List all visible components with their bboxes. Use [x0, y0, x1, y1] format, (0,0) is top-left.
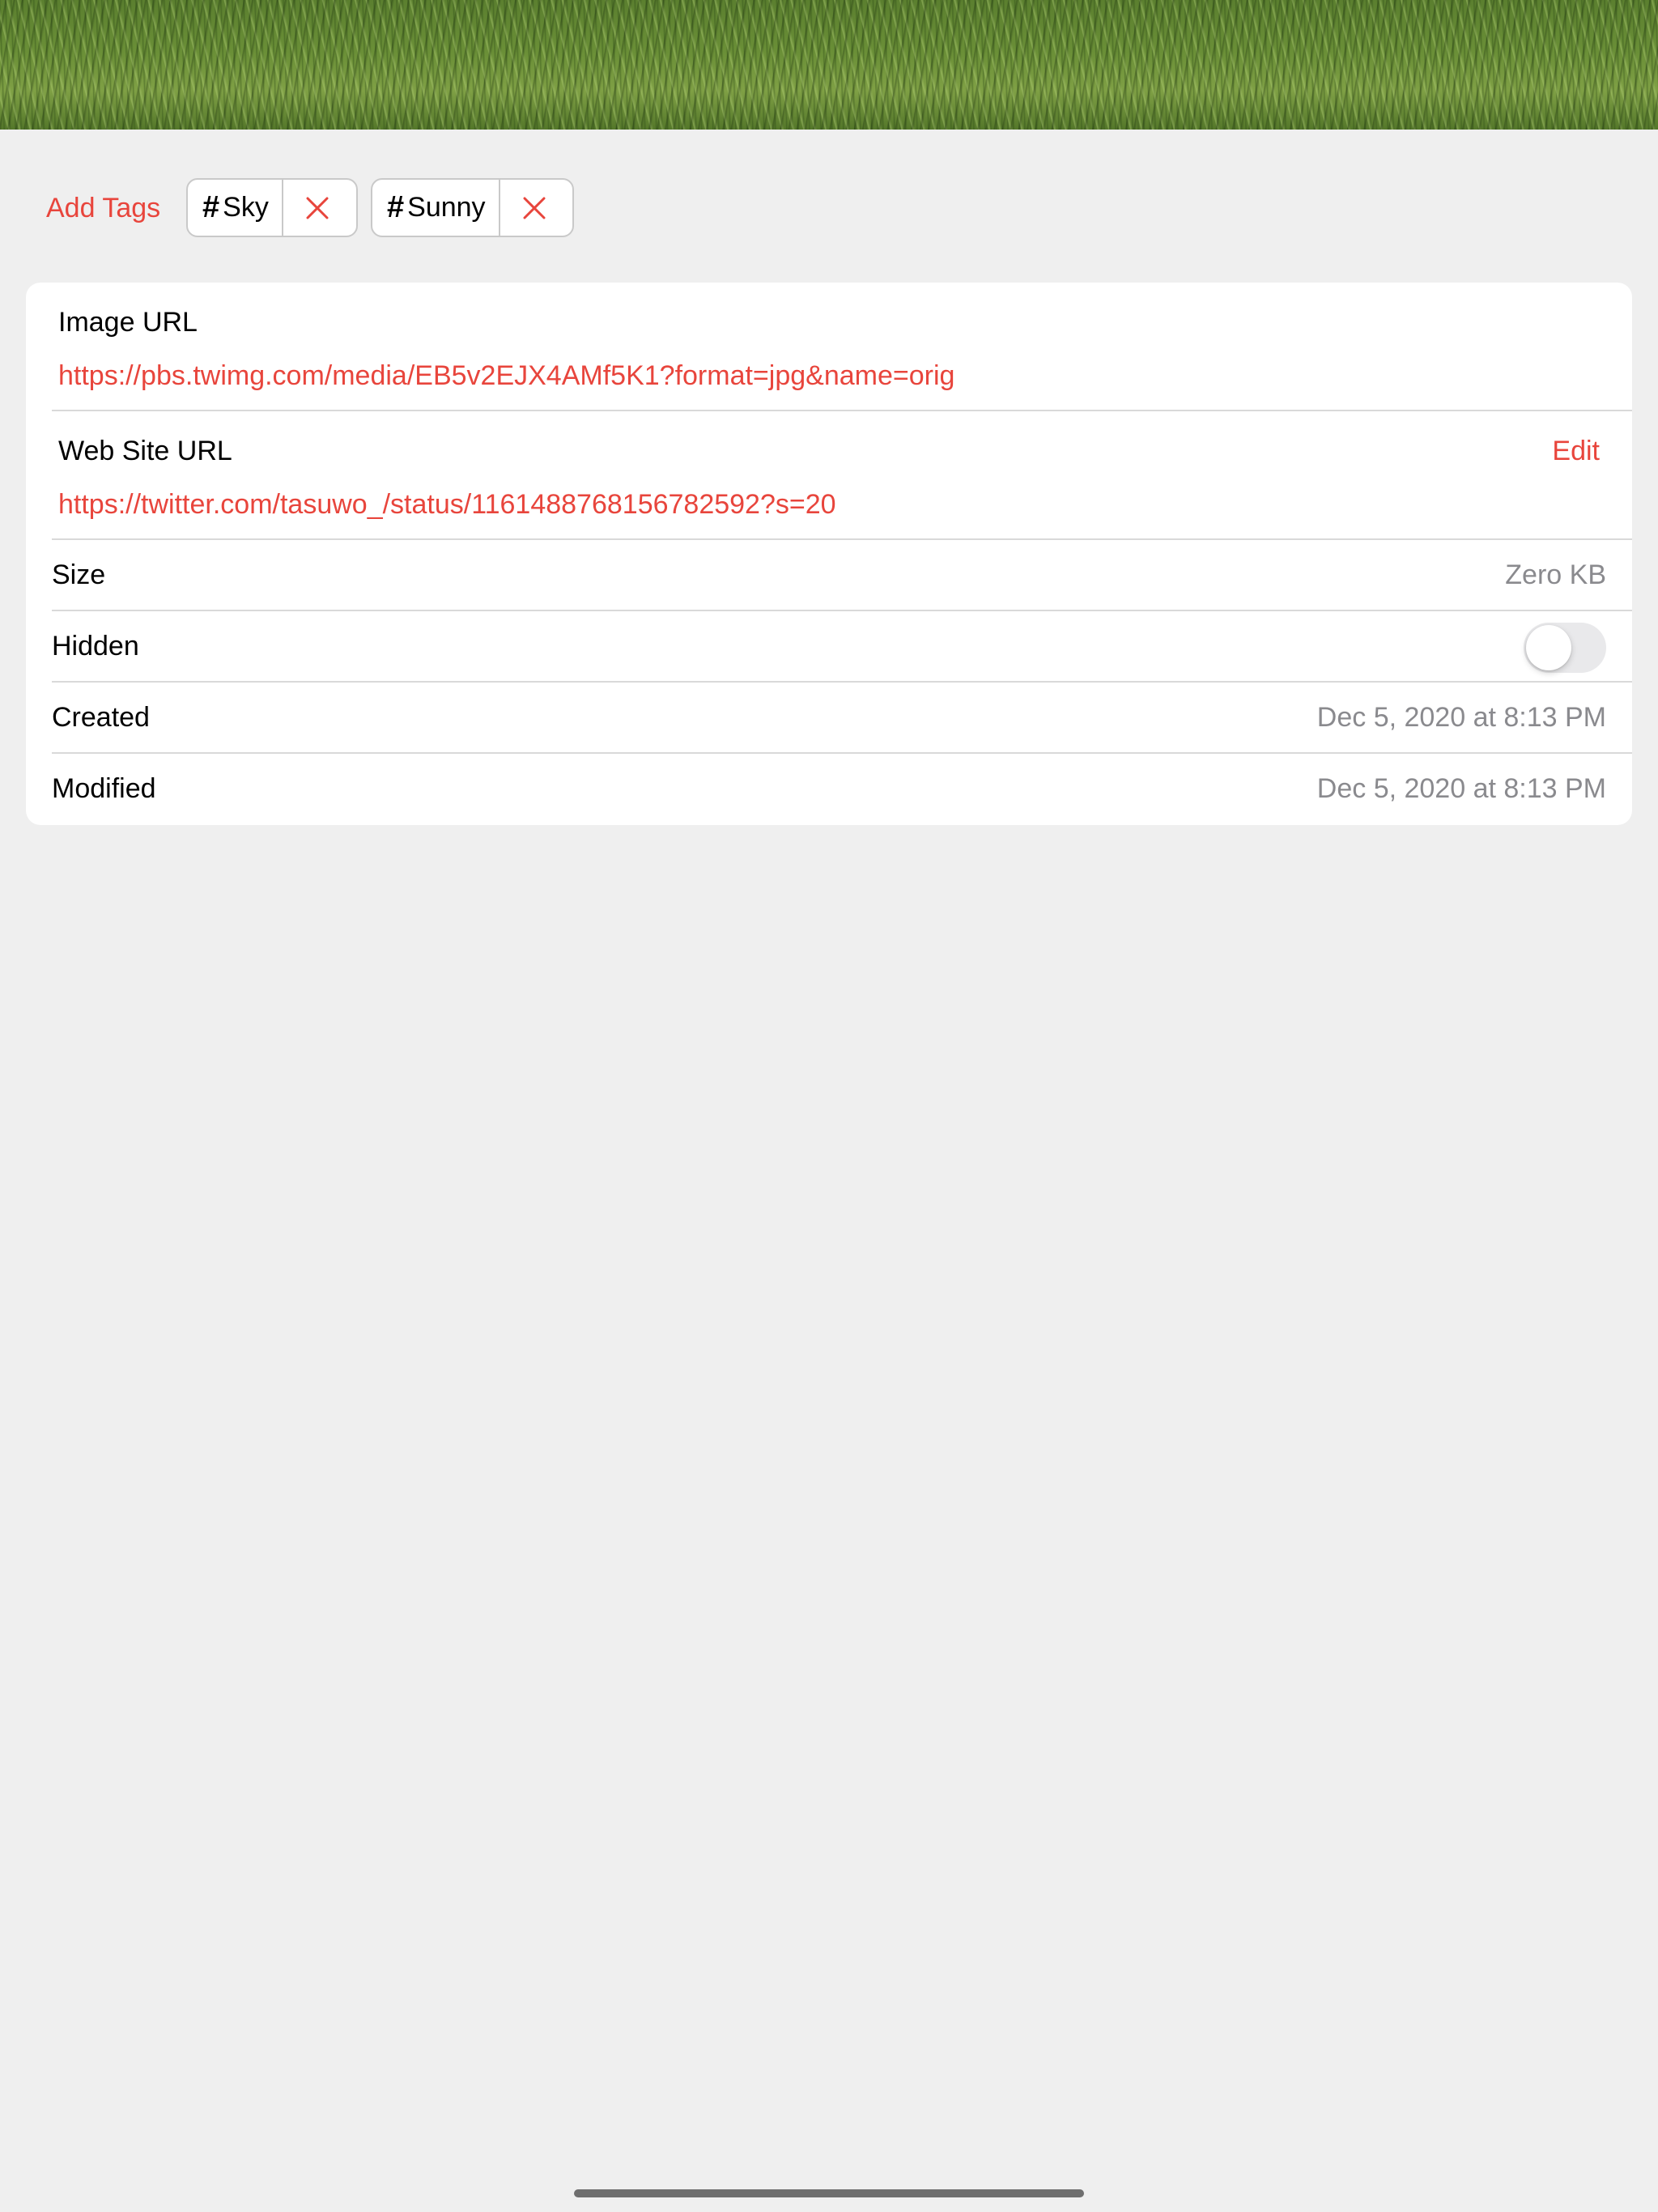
add-tags-button[interactable]: Add Tags [46, 193, 160, 224]
hidden-toggle[interactable] [1524, 623, 1606, 673]
tag-chip-label[interactable]: # Sky [188, 180, 283, 236]
image-url-label: Image URL [58, 307, 198, 338]
tag-chip-sunny: # Sunny [371, 178, 574, 237]
created-row: Created Dec 5, 2020 at 8:13 PM [26, 683, 1632, 754]
tag-name: Sunny [407, 192, 486, 223]
hash-icon: # [202, 190, 220, 224]
hash-icon: # [387, 190, 405, 224]
website-url-link[interactable]: https://twitter.com/tasuwo_/status/11614… [58, 489, 836, 521]
hidden-row: Hidden [26, 611, 1632, 683]
hidden-label: Hidden [52, 631, 139, 661]
website-url-label: Web Site URL [58, 436, 232, 466]
remove-tag-sunny-button[interactable] [500, 180, 568, 236]
size-label: Size [52, 559, 106, 590]
modified-label: Modified [52, 773, 156, 804]
website-url-row[interactable]: Web Site URL Edit https://twitter.com/ta… [26, 411, 1632, 540]
remove-tag-sky-button[interactable] [283, 180, 351, 236]
modified-row: Modified Dec 5, 2020 at 8:13 PM [26, 754, 1632, 825]
clip-image-preview[interactable] [0, 0, 1658, 130]
close-icon [306, 197, 329, 219]
close-icon [523, 197, 546, 219]
created-value: Dec 5, 2020 at 8:13 PM [1316, 702, 1606, 733]
created-label: Created [52, 702, 150, 733]
tag-chip-label[interactable]: # Sunny [372, 180, 500, 236]
image-url-link[interactable]: https://pbs.twimg.com/media/EB5v2EJX4AMf… [58, 360, 954, 392]
size-row: Size Zero KB [26, 540, 1632, 611]
modified-value: Dec 5, 2020 at 8:13 PM [1316, 773, 1606, 804]
toggle-knob [1526, 625, 1571, 670]
edit-website-url-button[interactable]: Edit [1552, 436, 1600, 467]
tag-name: Sky [223, 192, 269, 223]
image-url-row[interactable]: Image URL https://pbs.twimg.com/media/EB… [26, 283, 1632, 411]
tag-chip-sky: # Sky [186, 178, 358, 237]
clip-details-card: Image URL https://pbs.twimg.com/media/EB… [26, 283, 1632, 825]
size-value: Zero KB [1505, 559, 1606, 590]
tag-row: Add Tags # Sky # Sunny [0, 178, 1658, 237]
home-indicator [574, 2189, 1084, 2197]
clip-detail-page: Add Tags # Sky # Sunny Image URL https:/… [0, 0, 1658, 2212]
